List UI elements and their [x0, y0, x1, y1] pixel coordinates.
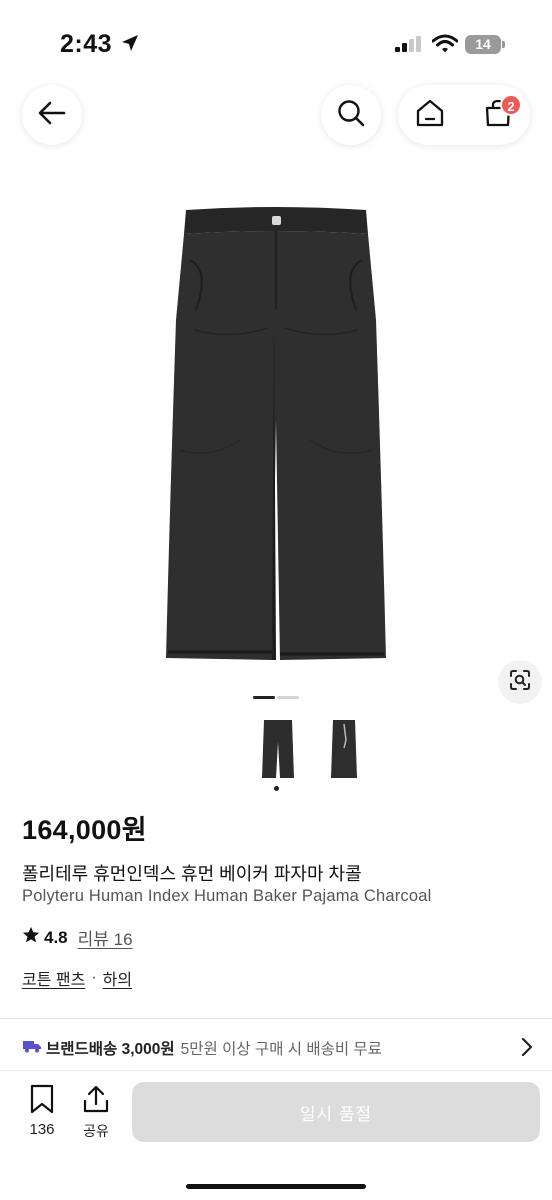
- chevron-right-icon: [520, 1037, 534, 1062]
- product-title-korean: 폴리테루 휴먼인덱스 휴먼 베이커 파자마 차콜: [22, 864, 362, 884]
- battery-tip: [502, 41, 505, 48]
- thumbnail-side[interactable]: [327, 718, 363, 780]
- arrow-left-icon: [37, 98, 67, 133]
- wishlist-button[interactable]: 136: [24, 1084, 60, 1138]
- bottom-bar-divider: [0, 1070, 552, 1071]
- shipping-fee-label: 브랜드배송 3,000원: [46, 1041, 175, 1058]
- share-button[interactable]: 공유: [78, 1084, 114, 1141]
- pager-segment-active: [253, 696, 275, 699]
- location-arrow-icon: [120, 33, 140, 58]
- category-sub-link[interactable]: 하의: [103, 966, 132, 990]
- truck-icon: [22, 1038, 42, 1059]
- battery-level: 14: [465, 35, 501, 54]
- free-shipping-note: 5만원 이상 구매 시 배송비 무료: [180, 1041, 382, 1058]
- pager-segment: [277, 696, 299, 699]
- status-bar: 2:43 14: [0, 0, 552, 80]
- rating-value: 4.8: [44, 927, 68, 947]
- product-price: 164,000원: [22, 815, 147, 845]
- lens-icon: [508, 668, 532, 697]
- home-button[interactable]: [412, 97, 448, 133]
- soldout-button[interactable]: 일시 품절: [132, 1082, 540, 1142]
- category-separator: ·: [91, 969, 97, 986]
- thumbnail-front[interactable]: [260, 718, 296, 780]
- search-button[interactable]: [321, 85, 381, 145]
- star-icon: [22, 926, 40, 949]
- image-pager: [253, 696, 299, 699]
- product-image[interactable]: [150, 200, 402, 670]
- product-title-english: Polyteru Human Index Human Baker Pajama …: [22, 887, 432, 905]
- share-label: 공유: [83, 1123, 109, 1139]
- home-indicator: [186, 1184, 366, 1189]
- review-link[interactable]: 리뷰 16: [78, 925, 133, 950]
- search-icon: [336, 98, 366, 133]
- category-main-link[interactable]: 코튼 팬츠: [22, 966, 85, 990]
- thumbnail-indicator: [274, 786, 279, 791]
- home-icon: [415, 98, 445, 133]
- header-actions: 2: [398, 85, 530, 145]
- wishlist-count: 136: [29, 1121, 55, 1138]
- image-search-button[interactable]: [498, 660, 542, 704]
- wifi-icon: [431, 34, 459, 59]
- category-breadcrumb: 코튼 팬츠 · 하의: [22, 966, 132, 990]
- rating-row: 4.8 리뷰 16: [22, 925, 133, 950]
- cart-count-badge: 2: [500, 94, 522, 116]
- cellular-signal-icon: [395, 36, 423, 57]
- pants-illustration: [166, 207, 386, 660]
- section-divider: [0, 1018, 552, 1019]
- shipping-info-row[interactable]: 브랜드배송 3,000원 5만원 이상 구매 시 배송비 무료: [22, 1036, 534, 1060]
- bookmark-icon: [28, 1084, 56, 1118]
- status-time: 2:43: [60, 30, 113, 58]
- back-button[interactable]: [22, 85, 82, 145]
- share-icon: [82, 1085, 110, 1118]
